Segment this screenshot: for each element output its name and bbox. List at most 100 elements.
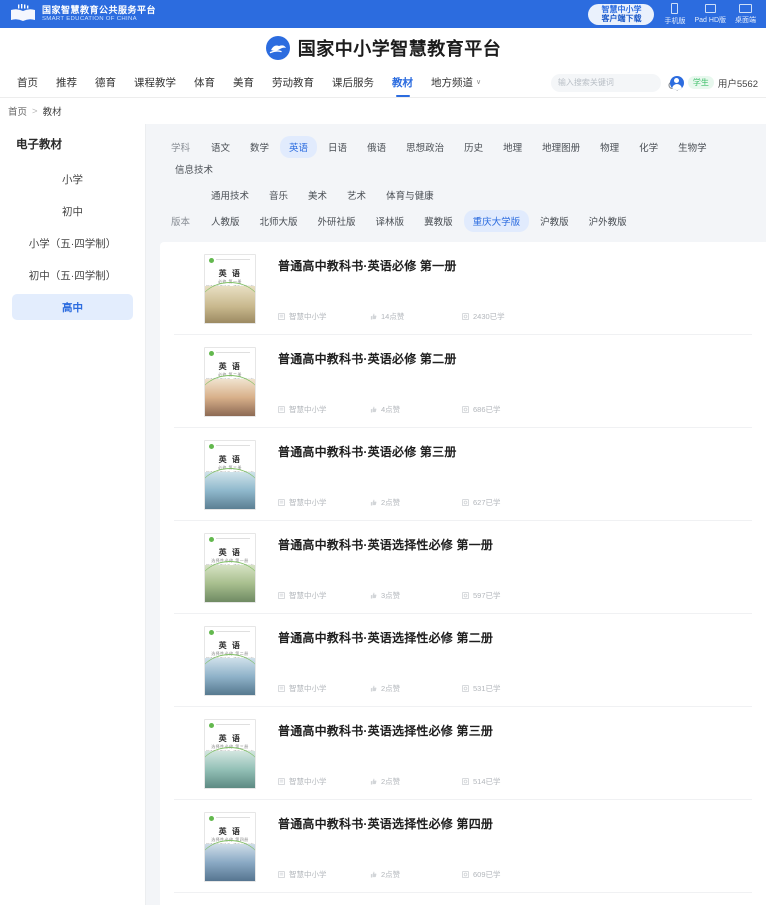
filter-label-subject: 学科: [171, 143, 191, 154]
nav-item-labor-education[interactable]: 劳动教育: [263, 68, 323, 98]
nav-item-recommend[interactable]: 推荐: [47, 68, 86, 98]
meta-source: 智慧中小学: [278, 869, 370, 880]
filter-panel: 学科 语文 数学 英语 日语 俄语 思想政治 历史 地理 地理图册 物理 化学 …: [160, 136, 766, 232]
meta-studied: 514已学: [462, 776, 501, 787]
download-button-line2: 客户端下载: [601, 14, 642, 23]
nav-item-course-teaching[interactable]: 课程教学: [125, 68, 185, 98]
chip-subject-physics[interactable]: 物理: [591, 136, 628, 158]
desktop-icon: [739, 3, 752, 13]
nav-item-local-channel[interactable]: 地方频道 ∨: [422, 68, 490, 98]
breadcrumb: 首页 > 教材: [0, 98, 766, 124]
platform-link-mobile[interactable]: 手机版: [664, 2, 686, 26]
book-cover: 英 语 选择性必修 第四册 普通高中教科书 · 重庆大学出版社: [204, 812, 256, 882]
chip-subject-biology[interactable]: 生物学: [669, 136, 716, 158]
chip-subject-japanese[interactable]: 日语: [319, 136, 356, 158]
list-item[interactable]: 英 语 必修 第二册 普通高中教科书 · 重庆大学出版社 普通高中教科书·英语必…: [174, 335, 752, 428]
sidebar-item-junior[interactable]: 初中: [12, 198, 133, 224]
chip-subject-history[interactable]: 历史: [455, 136, 492, 158]
meta-source: 智慧中小学: [278, 497, 370, 508]
chip-version-hujiao[interactable]: 沪教版: [531, 210, 578, 232]
book-cover: 英 语 必修 第一册 普通高中教科书 · 重庆大学出版社: [204, 254, 256, 324]
nav-label: 课程教学: [134, 77, 176, 89]
chip-version-chongqing-univ[interactable]: 重庆大学版: [463, 210, 530, 232]
open-book-emblem-icon: [10, 4, 36, 24]
list-item[interactable]: 英 语 必修 第一册 普通高中教科书 · 重庆大学出版社 普通高中教科书·英语必…: [174, 242, 752, 335]
list-item[interactable]: 英 语 选择性必修 第四册 普通高中教科书 · 重庆大学出版社 普通高中教科书·…: [174, 800, 752, 893]
chip-subject-geo-atlas[interactable]: 地理图册: [533, 136, 589, 158]
chip-subject-it[interactable]: 信息技术: [166, 158, 222, 180]
meta-studied-label: 514已学: [473, 777, 501, 786]
chip-subject-geography[interactable]: 地理: [494, 136, 531, 158]
platform-link-mobile-label: 手机版: [664, 17, 686, 25]
nav-items: 首页 推荐 德育 课程教学 体育 美育 劳动教育 课后服务 教材 地方频道 ∨: [8, 68, 490, 98]
search-input[interactable]: [557, 78, 668, 87]
chip-version-beishida[interactable]: 北师大版: [251, 210, 307, 232]
chevron-down-icon: ∨: [476, 78, 482, 86]
platform-link-desktop[interactable]: 桌面端: [735, 3, 756, 25]
book-meta: 智慧中小学 3点赞 597已学: [278, 590, 752, 603]
chip-version-huwaijiao[interactable]: 沪外教版: [580, 210, 636, 232]
nav-item-textbooks[interactable]: 教材: [383, 68, 422, 98]
breadcrumb-home[interactable]: 首页: [8, 104, 27, 118]
meta-likes-label: 2点赞: [381, 684, 401, 693]
filter-row-subject: 学科 语文 数学 英语 日语 俄语 思想政治 历史 地理 地理图册 物理 化学 …: [166, 136, 760, 180]
chip-subject-russian[interactable]: 俄语: [358, 136, 395, 158]
list-item[interactable]: 英 语 选择性必修 第三册 普通高中教科书 · 重庆大学出版社 普通高中教科书·…: [174, 707, 752, 800]
book-cover: 英 语 选择性必修 第二册 普通高中教科书 · 重庆大学出版社: [204, 626, 256, 696]
chip-subject-music[interactable]: 音乐: [260, 184, 297, 206]
thumbs-up-icon: [370, 313, 377, 320]
platform-link-desktop-label: 桌面端: [735, 16, 756, 24]
sidebar-item-junior-54[interactable]: 初中（五·四学制）: [12, 262, 133, 288]
chip-subject-chinese[interactable]: 语文: [202, 136, 239, 158]
book-icon: [278, 685, 285, 692]
meta-source-label: 智慧中小学: [289, 312, 327, 321]
nav-item-after-school[interactable]: 课后服务: [323, 68, 383, 98]
chip-subject-chemistry[interactable]: 化学: [630, 136, 667, 158]
list-item[interactable]: 英 语 选择性必修 第二册 普通高中教科书 · 重庆大学出版社 普通高中教科书·…: [174, 614, 752, 707]
gov-logo[interactable]: 国家智慧教育公共服务平台 SMART EDUCATION OF CHINA: [10, 4, 156, 24]
search-box[interactable]: [550, 73, 678, 92]
chip-subject-math[interactable]: 数学: [241, 136, 278, 158]
government-top-bar: 国家智慧教育公共服务平台 SMART EDUCATION OF CHINA 智慧…: [0, 0, 766, 28]
client-download-button[interactable]: 智慧中小学 客户端下载: [588, 3, 655, 25]
cover-title: 英 语: [218, 827, 242, 836]
meta-likes: 2点赞: [370, 776, 462, 787]
chip-version-renjiao[interactable]: 人教版: [202, 210, 249, 232]
nav-item-home[interactable]: 首页: [8, 68, 47, 98]
sidebar-item-label: 高中: [62, 301, 83, 314]
book-cover: 英 语 选择性必修 第一册 普通高中教科书 · 重庆大学出版社: [204, 533, 256, 603]
list-item[interactable]: 英 语 选择性必修 第一册 普通高中教科书 · 重庆大学出版社 普通高中教科书·…: [174, 521, 752, 614]
meta-studied-label: 597已学: [473, 591, 501, 600]
page-body: 电子教材 小学 初中 小学（五·四学制） 初中（五·四学制） 高中 学科 语文 …: [0, 124, 766, 905]
meta-studied-label: 609已学: [473, 870, 501, 879]
meta-likes: 4点赞: [370, 404, 462, 415]
meta-source: 智慧中小学: [278, 776, 370, 787]
nav-label: 教材: [392, 77, 413, 89]
chip-subject-english[interactable]: 英语: [280, 136, 318, 158]
chip-version-waiyanshe[interactable]: 外研社版: [309, 210, 365, 232]
sidebar-item-senior[interactable]: 高中: [12, 294, 133, 320]
chip-subject-art[interactable]: 艺术: [338, 184, 375, 206]
meta-studied: 609已学: [462, 869, 501, 880]
meta-studied: 2430已学: [462, 311, 505, 322]
user-area[interactable]: 学生 用户5562: [669, 75, 758, 90]
platform-link-pad[interactable]: Pad HD版: [694, 3, 726, 25]
meta-studied: 686已学: [462, 404, 501, 415]
book-info: 普通高中教科书·英语必修 第三册 智慧中小学 2点赞 627已学: [256, 440, 752, 510]
chip-subject-pe-health[interactable]: 体育与健康: [377, 184, 443, 206]
sidebar-item-primary[interactable]: 小学: [12, 166, 133, 192]
nav-item-sports[interactable]: 体育: [185, 68, 224, 98]
nav-item-arts[interactable]: 美育: [224, 68, 263, 98]
sidebar-item-label: 小学（五·四学制）: [28, 237, 117, 250]
list-item[interactable]: 英 语 必修 第三册 普通高中教科书 · 重庆大学出版社 普通高中教科书·英语必…: [174, 428, 752, 521]
meta-studied-label: 531已学: [473, 684, 501, 693]
chip-version-jijiao[interactable]: 冀教版: [415, 210, 462, 232]
chip-subject-general-tech[interactable]: 通用技术: [202, 184, 258, 206]
thumbs-up-icon: [370, 778, 377, 785]
chip-subject-fine-art[interactable]: 美术: [299, 184, 336, 206]
chip-subject-politics[interactable]: 思想政治: [397, 136, 453, 158]
chip-version-yilin[interactable]: 译林版: [367, 210, 414, 232]
nav-item-moral-education[interactable]: 德育: [86, 68, 125, 98]
sidebar-item-primary-54[interactable]: 小学（五·四学制）: [12, 230, 133, 256]
meta-source: 智慧中小学: [278, 683, 370, 694]
